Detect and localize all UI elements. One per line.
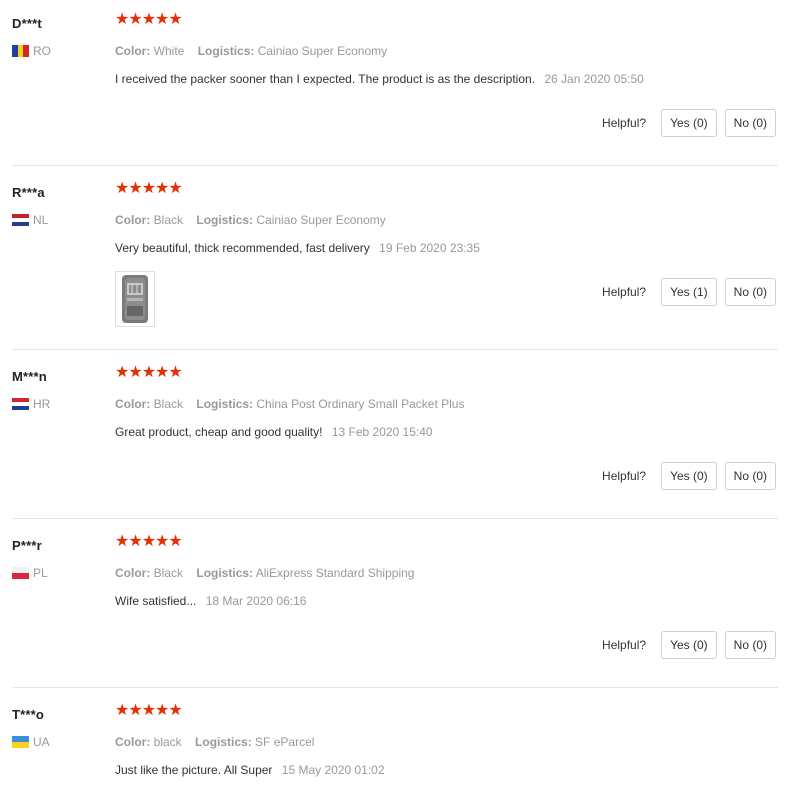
review-text: Very beautiful, thick recommended, fast …	[115, 241, 370, 255]
country-code: PL	[33, 566, 48, 580]
helpful-label: Helpful?	[602, 469, 647, 483]
review-text: Just like the picture. All Super	[115, 763, 273, 777]
logistics-value: China Post Ordinary Small Packet Plus	[256, 397, 465, 411]
reviewer-country: UA	[12, 735, 50, 749]
review-divider	[12, 687, 778, 688]
star-rating: ★★★★★	[115, 702, 183, 719]
reviewer-country: NL	[12, 213, 48, 227]
reviewer-name: D***t	[12, 16, 42, 31]
review-text: Wife satisfied...	[115, 594, 197, 608]
color-value: Black	[153, 566, 184, 580]
romania-flag-icon	[12, 45, 29, 57]
color-value: White	[153, 44, 185, 58]
logistics-label: Logistics:	[196, 566, 254, 580]
helpful-yes-button[interactable]: Yes (0)	[661, 631, 717, 659]
review-photo-thumbnail[interactable]	[115, 271, 155, 327]
star-rating: ★★★★★	[115, 533, 183, 550]
helpful-no-button[interactable]: No (0)	[724, 109, 776, 137]
reviewer-name: T***o	[12, 707, 45, 722]
helpful-controls: Helpful? Yes (0) No (0)	[602, 631, 776, 659]
helpful-no-button[interactable]: No (0)	[724, 278, 776, 306]
country-code: UA	[33, 735, 50, 749]
review-meta: Color: black Logistics: SF eParcel	[115, 735, 324, 749]
logistics-value: Cainiao Super Economy	[256, 213, 386, 227]
helpful-controls: Helpful? Yes (1) No (0)	[602, 278, 776, 306]
review-meta: Color: Black Logistics: Cainiao Super Ec…	[115, 213, 396, 227]
logistics-label: Logistics:	[197, 44, 255, 58]
star-rating: ★★★★★	[115, 180, 183, 197]
helpful-yes-button[interactable]: Yes (1)	[661, 278, 717, 306]
review-text-line: Great product, cheap and good quality! 1…	[115, 425, 433, 439]
review-meta: Color: Black Logistics: AliExpress Stand…	[115, 566, 424, 580]
color-label: Color:	[115, 397, 151, 411]
country-code: NL	[33, 213, 49, 227]
logistics-value: SF eParcel	[255, 735, 315, 749]
color-label: Color:	[115, 735, 151, 749]
logistics-value: Cainiao Super Economy	[257, 44, 388, 58]
review-date: 13 Feb 2020 15:40	[331, 425, 433, 439]
review-meta: Color: Black Logistics: China Post Ordin…	[115, 397, 474, 411]
reviewer-country: HR	[12, 397, 50, 411]
reviewer-country: RO	[12, 44, 51, 58]
color-label: Color:	[115, 566, 151, 580]
helpful-yes-button[interactable]: Yes (0)	[661, 109, 717, 137]
review-text-line: Wife satisfied... 18 Mar 2020 06:16	[115, 594, 306, 608]
review-divider	[12, 518, 778, 519]
helpful-no-button[interactable]: No (0)	[724, 631, 776, 659]
review-date: 26 Jan 2020 05:50	[544, 72, 644, 86]
color-label: Color:	[115, 44, 151, 58]
helpful-no-button[interactable]: No (0)	[724, 462, 776, 490]
logistics-label: Logistics:	[196, 397, 254, 411]
reviewer-country: PL	[12, 566, 48, 580]
review-divider	[12, 349, 778, 350]
product-photo-icon	[122, 275, 148, 323]
logistics-label: Logistics:	[196, 213, 254, 227]
review-date: 19 Feb 2020 23:35	[379, 241, 480, 255]
helpful-yes-button[interactable]: Yes (0)	[661, 462, 717, 490]
star-rating: ★★★★★	[115, 11, 183, 28]
logistics-label: Logistics:	[195, 735, 252, 749]
review-text: Great product, cheap and good quality!	[115, 425, 323, 439]
review-text-line: Just like the picture. All Super 15 May …	[115, 763, 385, 777]
country-code: HR	[33, 397, 51, 411]
color-value: black	[153, 735, 182, 749]
review-date: 18 Mar 2020 06:16	[205, 594, 307, 608]
review-text-line: Very beautiful, thick recommended, fast …	[115, 241, 480, 255]
country-code: RO	[33, 44, 51, 58]
review-divider	[12, 165, 778, 166]
review-text-line: I received the packer sooner than I expe…	[115, 72, 644, 86]
croatia-flag-icon	[12, 398, 29, 410]
review-date: 15 May 2020 01:02	[281, 763, 385, 777]
helpful-label: Helpful?	[602, 285, 647, 299]
helpful-label: Helpful?	[602, 638, 647, 652]
review-text: I received the packer sooner than I expe…	[115, 72, 536, 86]
logistics-value: AliExpress Standard Shipping	[255, 566, 415, 580]
review-meta: Color: White Logistics: Cainiao Super Ec…	[115, 44, 397, 58]
reviewer-name: P***r	[12, 538, 42, 553]
poland-flag-icon	[12, 567, 29, 579]
ukraine-flag-icon	[12, 736, 29, 748]
color-value: Black	[153, 213, 184, 227]
star-rating: ★★★★★	[115, 364, 183, 381]
netherlands-flag-icon	[12, 214, 29, 226]
helpful-controls: Helpful? Yes (0) No (0)	[602, 462, 776, 490]
helpful-label: Helpful?	[602, 116, 647, 130]
reviewer-name: M***n	[12, 369, 47, 384]
helpful-controls: Helpful? Yes (0) No (0)	[602, 109, 776, 137]
reviewer-name: R***a	[12, 185, 45, 200]
color-label: Color:	[115, 213, 151, 227]
color-value: Black	[153, 397, 184, 411]
